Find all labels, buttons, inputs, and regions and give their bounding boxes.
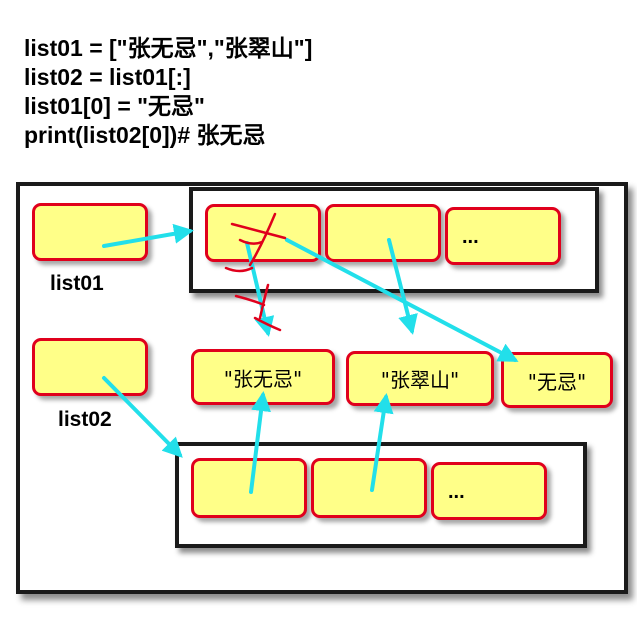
- arrow-list01-cell1: [387, 238, 418, 335]
- arrow-list02-cell0: [249, 391, 271, 494]
- arrow-list02-to-container: [102, 376, 183, 458]
- arrow-list01-cell0-new: [285, 238, 519, 362]
- arrow-list01-to-container: [102, 223, 194, 248]
- arrows-layer: [102, 212, 519, 494]
- arrow-list02-cell1: [370, 393, 394, 492]
